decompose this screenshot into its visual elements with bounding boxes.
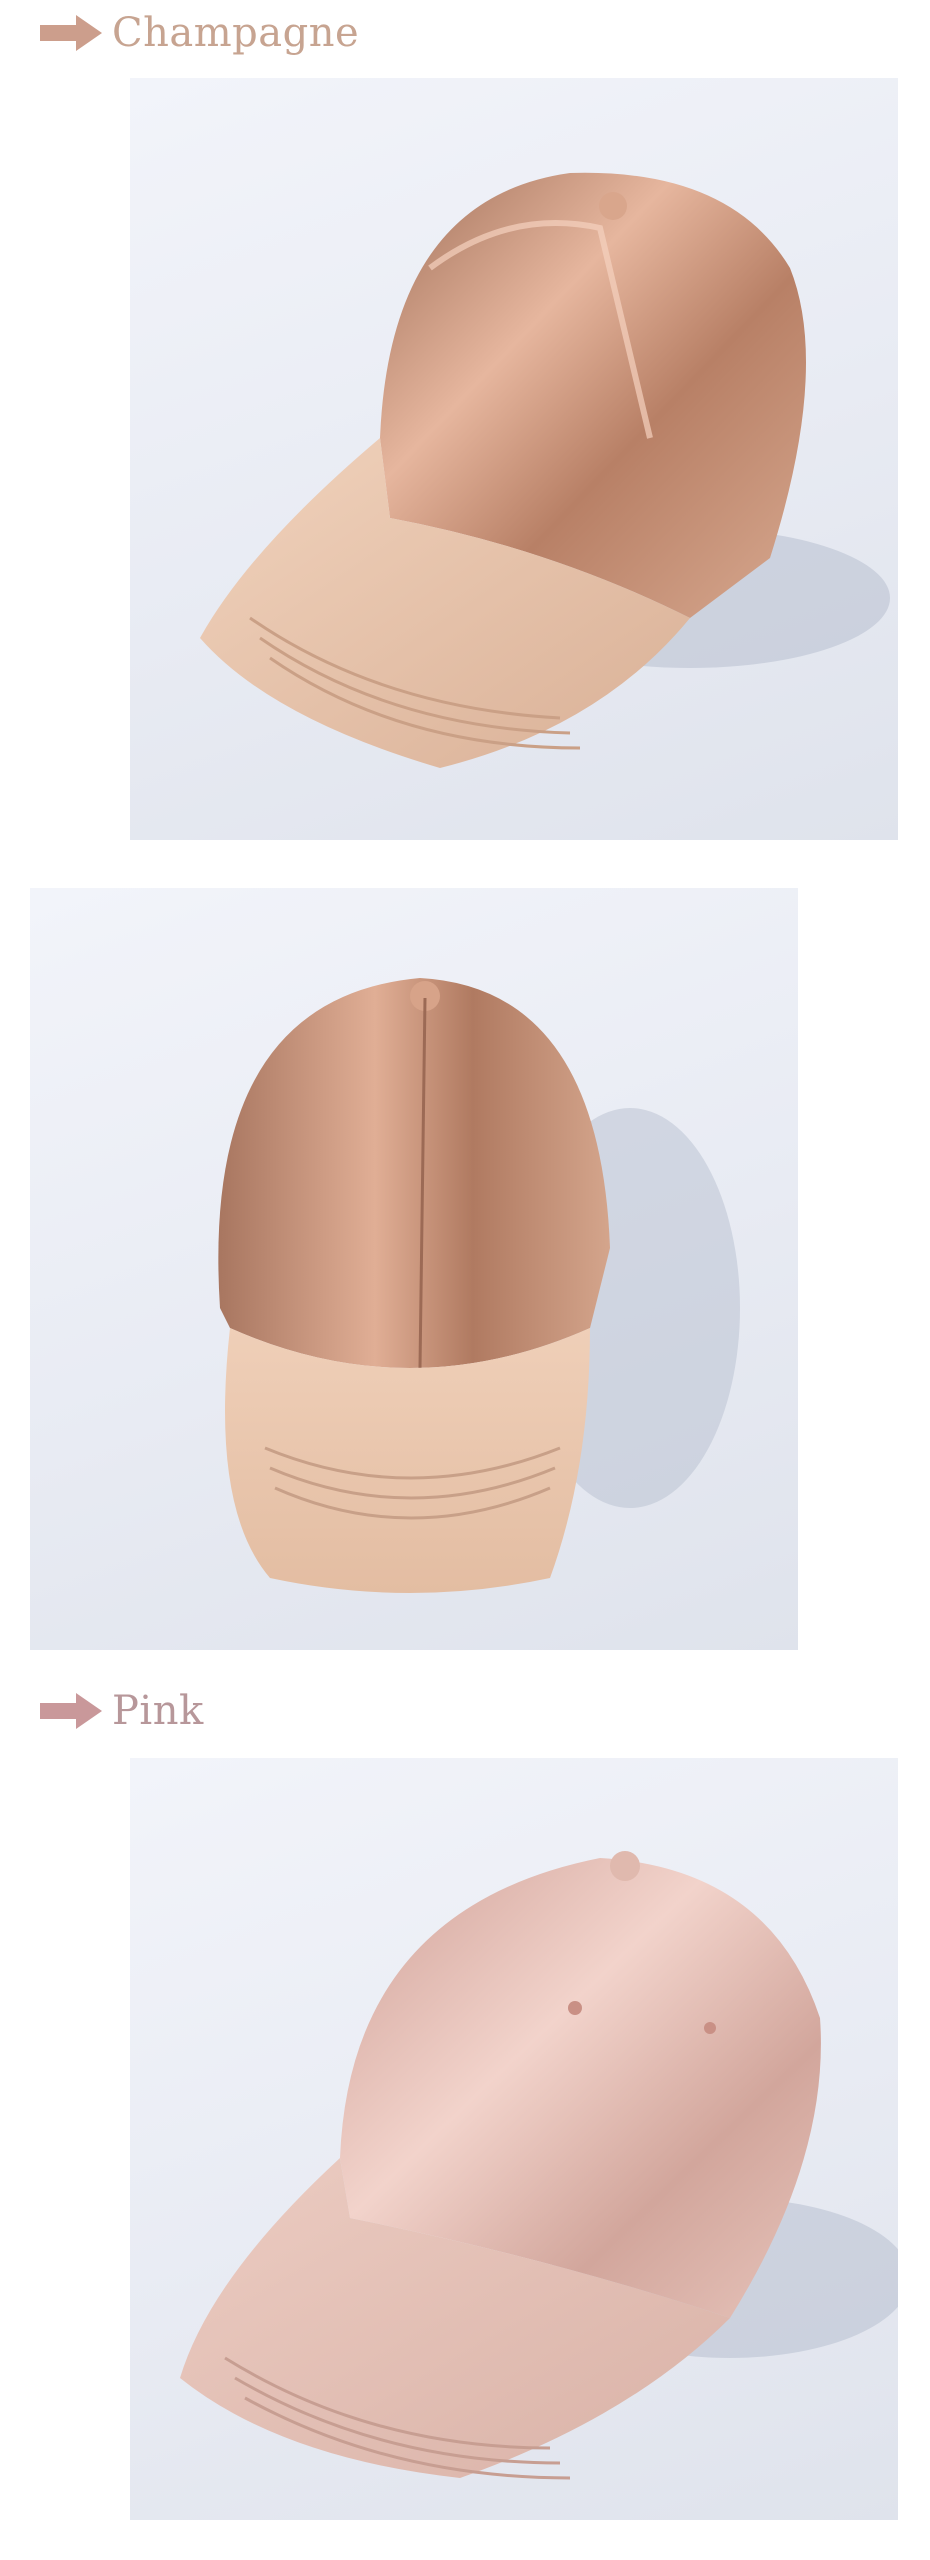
- cap-image: [218, 978, 740, 1593]
- right-arrow-icon: [40, 1691, 104, 1731]
- section-heading-champagne: Champagne: [40, 0, 359, 68]
- section-title: Pink: [112, 1688, 204, 1734]
- product-photo-pink-angle: [130, 1758, 898, 2520]
- product-photo-champagne-front: [30, 888, 798, 1650]
- right-arrow-icon: [40, 13, 104, 53]
- product-photo-champagne-angle: [130, 78, 898, 840]
- section-title: Champagne: [112, 10, 360, 56]
- cap-image: [180, 1851, 898, 2480]
- cap-image: [200, 172, 890, 768]
- section-heading-pink: Pink: [40, 1676, 204, 1746]
